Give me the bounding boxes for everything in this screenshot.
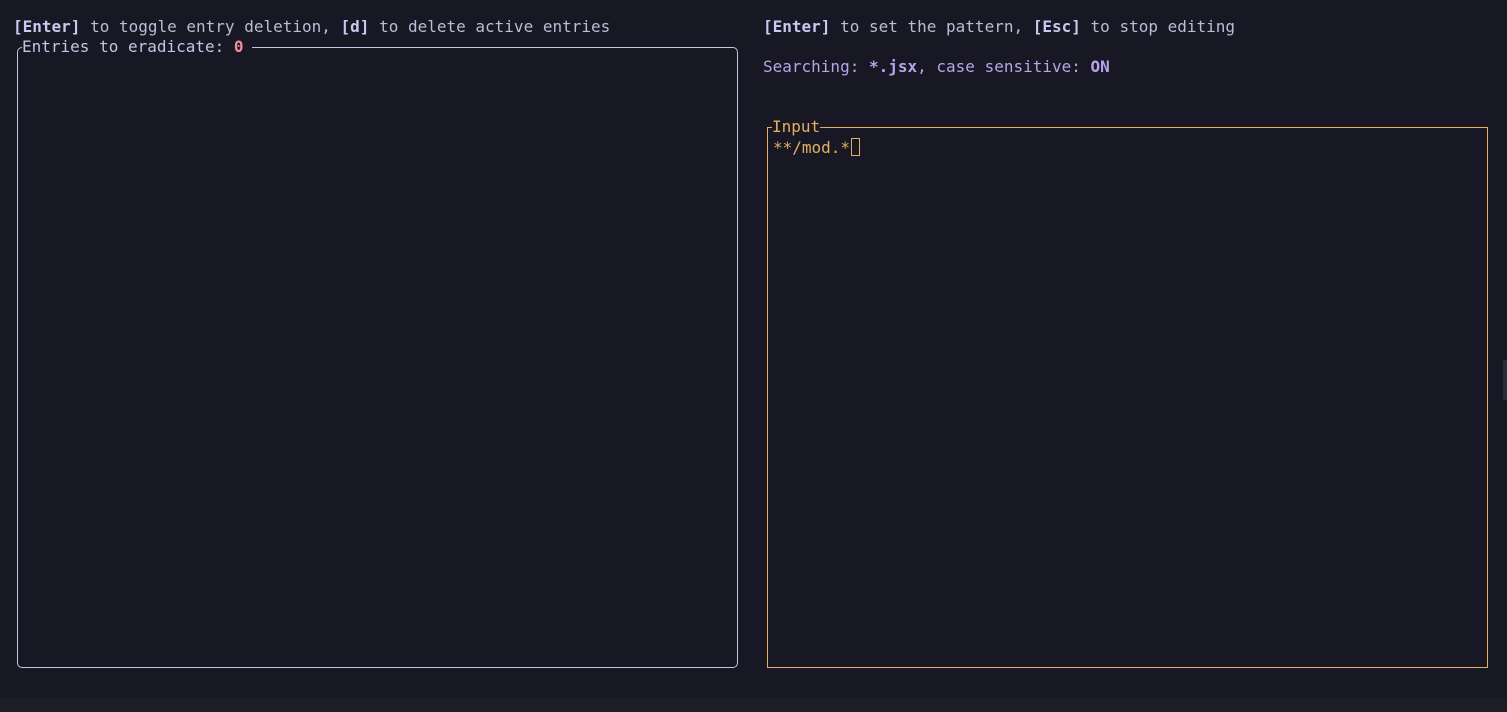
delete-hint-text: to delete active entries — [369, 17, 611, 36]
window-edge-handle — [1503, 360, 1507, 400]
entries-title-label: Entries to eradicate: — [22, 37, 234, 56]
entries-panel-title: Entries to eradicate: 0 — [22, 37, 252, 57]
pattern-input-field[interactable]: **/mod.* — [773, 138, 861, 158]
case-sensitive-label: , case sensitive: — [917, 57, 1091, 76]
esc-key-hint: [Esc] — [1032, 17, 1081, 36]
enter-key-hint: [Enter] — [13, 17, 81, 36]
search-pattern-value: *.jsx — [868, 57, 918, 76]
input-panel-title: Input — [772, 117, 821, 137]
stop-editing-hint-text: to stop editing — [1080, 17, 1236, 36]
text-cursor — [851, 138, 861, 156]
case-sensitive-value: ON — [1090, 57, 1110, 76]
entries-count: 0 — [233, 37, 244, 56]
pattern-input-value: **/mod.* — [773, 138, 851, 157]
pattern-help-line: [Enter] to set the pattern, [Esc] to sto… — [763, 17, 1235, 37]
entries-panel[interactable]: Entries to eradicate: 0 — [17, 37, 738, 668]
enter-key-hint: [Enter] — [763, 17, 831, 36]
toggle-hint-text: to toggle entry deletion, — [80, 17, 341, 36]
pattern-input-panel[interactable]: Input **/mod.* — [767, 117, 1488, 668]
searching-label: Searching: — [763, 57, 869, 76]
set-pattern-hint-text: to set the pattern, — [830, 17, 1033, 36]
search-status-line: Searching: *.jsx, case sensitive: ON — [763, 57, 1110, 77]
bottom-strip — [0, 698, 1507, 712]
d-key-hint: [d] — [340, 17, 370, 36]
entries-help-line: [Enter] to toggle entry deletion, [d] to… — [13, 17, 610, 37]
